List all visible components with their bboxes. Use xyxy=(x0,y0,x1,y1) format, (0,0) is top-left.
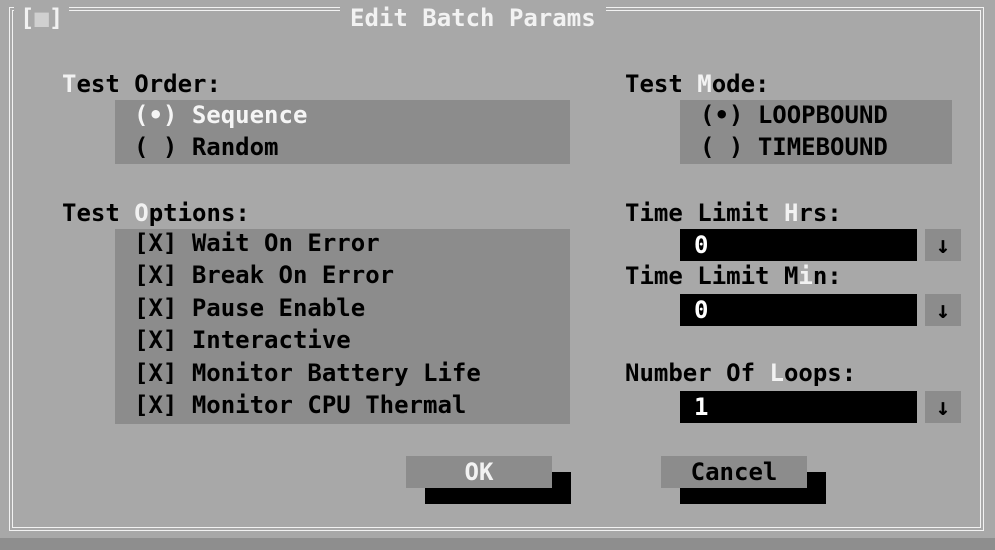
time-limit-min-label: Time Limit Min: xyxy=(625,262,842,290)
time-limit-hrs-label: Time Limit Hrs: xyxy=(625,199,842,227)
ok-button[interactable]: OK xyxy=(406,456,552,488)
time-limit-hrs-label-pre: Time Limit xyxy=(625,199,784,227)
checkbox-label: Interactive xyxy=(191,326,351,354)
checkbox-monitor-cpu-thermal[interactable]: [X] Monitor CPU Thermal xyxy=(134,391,466,419)
radio-empty-icon: ( ) xyxy=(134,133,178,161)
time-limit-hrs-label-text: rs: xyxy=(798,199,842,227)
radio-selected-icon: (•) xyxy=(134,101,178,129)
checkbox-label: Break On Error xyxy=(191,261,395,289)
test-order-hotkey: T xyxy=(62,70,77,98)
checkbox-pause-enable[interactable]: [X] Pause Enable xyxy=(134,294,365,322)
checkbox-monitor-battery-life[interactable]: [X] Monitor Battery Life xyxy=(134,359,481,387)
number-of-loops-label: Number Of Loops: xyxy=(625,359,856,387)
radio-selected-icon: (•) xyxy=(700,101,744,129)
time-limit-min-label-pre: Time Limit M xyxy=(625,262,799,290)
checkbox-checked-icon: [X] xyxy=(134,359,178,387)
number-of-loops-label-pre: Number Of xyxy=(625,359,770,387)
test-order-option-sequence[interactable]: (•) Sequence xyxy=(134,101,307,129)
test-mode-label-pre: Test xyxy=(625,70,698,98)
checkbox-interactive[interactable]: [X] Interactive xyxy=(134,326,351,354)
dialog-title: Edit Batch Params xyxy=(340,0,606,36)
option-label: Sequence xyxy=(191,101,308,129)
number-of-loops-dropdown-icon[interactable]: ↓ xyxy=(925,391,961,423)
time-limit-hrs-dropdown-icon[interactable]: ↓ xyxy=(925,229,961,261)
time-limit-hrs-hotkey: H xyxy=(783,199,799,227)
test-options-label-pre: Test xyxy=(62,199,135,227)
test-order-label-text: est Order: xyxy=(76,70,221,98)
time-limit-hrs-field[interactable]: 0 xyxy=(680,229,917,261)
checkbox-label: Monitor CPU Thermal xyxy=(191,391,467,419)
number-of-loops-hotkey: L xyxy=(769,359,784,387)
test-order-option-random[interactable]: ( ) Random xyxy=(134,133,279,161)
test-mode-option-loopbound[interactable]: (•) LOOPBOUND xyxy=(700,101,888,129)
test-options-label: Test Options: xyxy=(62,199,250,227)
test-mode-option-timebound[interactable]: ( ) TIMEBOUND xyxy=(700,133,888,161)
checkbox-checked-icon: [X] xyxy=(134,294,178,322)
checkbox-label: Pause Enable xyxy=(191,294,366,322)
test-options-hotkey: O xyxy=(134,199,149,227)
number-of-loops-field[interactable]: 1 xyxy=(680,391,917,423)
time-limit-min-dropdown-icon[interactable]: ↓ xyxy=(925,294,961,326)
test-mode-label-text: ode: xyxy=(711,70,770,98)
time-limit-min-label-text: n: xyxy=(812,262,842,290)
time-limit-min-hotkey: i xyxy=(798,262,813,290)
test-mode-hotkey: M xyxy=(697,70,712,98)
radio-empty-icon: ( ) xyxy=(700,133,744,161)
checkbox-checked-icon: [X] xyxy=(134,391,178,419)
close-icon: ■ xyxy=(34,4,49,32)
close-button[interactable]: [■] xyxy=(14,0,70,36)
checkbox-label: Monitor Battery Life xyxy=(191,359,481,387)
number-of-loops-label-text: oops: xyxy=(783,359,857,387)
status-strip xyxy=(0,538,995,550)
time-limit-min-field[interactable]: 0 xyxy=(680,294,917,326)
checkbox-checked-icon: [X] xyxy=(134,326,178,354)
test-order-label: Test Order: xyxy=(62,70,221,98)
checkbox-wait-on-error[interactable]: [X] Wait On Error xyxy=(134,229,380,257)
checkbox-checked-icon: [X] xyxy=(134,261,178,289)
checkbox-break-on-error[interactable]: [X] Break On Error xyxy=(134,261,394,289)
option-label: Random xyxy=(191,133,279,161)
option-label: LOOPBOUND xyxy=(757,101,888,129)
checkbox-checked-icon: [X] xyxy=(134,229,178,257)
close-bracket-left: [ xyxy=(20,4,35,32)
close-bracket-right: ] xyxy=(48,4,64,32)
checkbox-label: Wait On Error xyxy=(191,229,380,257)
test-options-label-text: ptions: xyxy=(148,199,250,227)
option-label: TIMEBOUND xyxy=(757,133,888,161)
test-mode-label: Test Mode: xyxy=(625,70,770,98)
cancel-button[interactable]: Cancel xyxy=(661,456,807,488)
